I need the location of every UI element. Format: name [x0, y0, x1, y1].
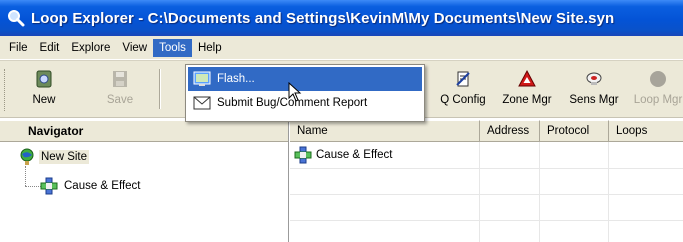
navigator-pane: Navigator New Site Cause & Effect	[0, 120, 289, 242]
grid-line	[608, 142, 609, 242]
magnifier-icon	[7, 9, 25, 27]
zone-triangle-icon	[517, 69, 537, 89]
menu-bar: File Edit Explore View Tools Help	[0, 36, 683, 60]
column-header-protocol[interactable]: Protocol	[540, 120, 609, 142]
menu-explore[interactable]: Explore	[65, 39, 116, 57]
toolbar-separator	[159, 69, 161, 109]
item-list-view: Name Address Protocol Loops Cause & Effe…	[290, 120, 683, 242]
tree-item-new-site[interactable]: New Site	[18, 147, 90, 167]
zone-mgr-label: Zone Mgr	[502, 94, 552, 106]
new-site-icon	[34, 69, 54, 89]
sens-mgr-button[interactable]: Sens Mgr	[566, 67, 622, 113]
list-item[interactable]: Cause & Effect	[294, 146, 393, 164]
cause-effect-icon	[294, 146, 312, 164]
loop-circle-icon	[648, 69, 668, 89]
grid-line	[539, 142, 540, 242]
menu-item-flash-label: Flash...	[217, 73, 255, 85]
mouse-pointer-icon	[288, 81, 302, 105]
title-bar: Loop Explorer - C:\Documents and Setting…	[0, 0, 683, 36]
sens-mgr-label: Sens Mgr	[569, 94, 619, 106]
tools-menu: Flash... Submit Bug/Comment Report	[185, 64, 425, 122]
save-button-label: Save	[106, 94, 134, 106]
list-item-name: Cause & Effect	[316, 149, 393, 161]
navigator-header: Navigator	[0, 120, 288, 142]
menu-edit[interactable]: Edit	[34, 39, 66, 57]
toolbar-grip[interactable]	[4, 69, 7, 111]
grid-line	[290, 194, 683, 195]
q-config-label: Q Config	[440, 94, 486, 106]
menu-tools[interactable]: Tools	[153, 38, 192, 57]
menu-item-flash[interactable]: Flash...	[188, 67, 422, 91]
new-button-label: New	[32, 94, 56, 106]
menu-file[interactable]: File	[3, 39, 34, 57]
floppy-disk-icon	[110, 69, 130, 89]
tree-item-cause-effect[interactable]: Cause & Effect	[40, 176, 143, 196]
grid-line	[290, 220, 683, 221]
globe-icon	[18, 148, 36, 166]
column-header-loops[interactable]: Loops	[609, 120, 683, 142]
config-icon	[453, 69, 473, 89]
q-config-button[interactable]: Q Config	[436, 67, 490, 113]
save-button[interactable]: Save	[100, 67, 140, 113]
loop-mgr-button[interactable]: Loop Mgr	[630, 67, 683, 113]
cause-effect-icon	[40, 177, 58, 195]
grid-line	[290, 168, 683, 169]
flash-icon	[193, 71, 211, 87]
menu-item-submit-bug-report[interactable]: Submit Bug/Comment Report	[188, 91, 422, 115]
window-title: Loop Explorer - C:\Documents and Setting…	[31, 9, 615, 27]
loop-mgr-label: Loop Mgr	[633, 94, 683, 106]
new-button[interactable]: New	[24, 67, 64, 113]
sensor-icon	[584, 69, 604, 89]
tree-connector	[25, 166, 26, 186]
zone-mgr-button[interactable]: Zone Mgr	[500, 67, 554, 113]
column-header-address[interactable]: Address	[480, 120, 540, 142]
list-header: Name Address Protocol Loops	[290, 120, 683, 142]
menu-view[interactable]: View	[116, 39, 153, 57]
tree-item-cause-effect-label: Cause & Effect	[64, 180, 141, 192]
tree-connector	[25, 186, 41, 187]
grid-line	[479, 142, 480, 242]
envelope-icon	[193, 95, 211, 111]
menu-help[interactable]: Help	[192, 39, 228, 57]
column-header-name[interactable]: Name	[290, 120, 480, 142]
tree-item-new-site-label: New Site	[39, 150, 90, 164]
